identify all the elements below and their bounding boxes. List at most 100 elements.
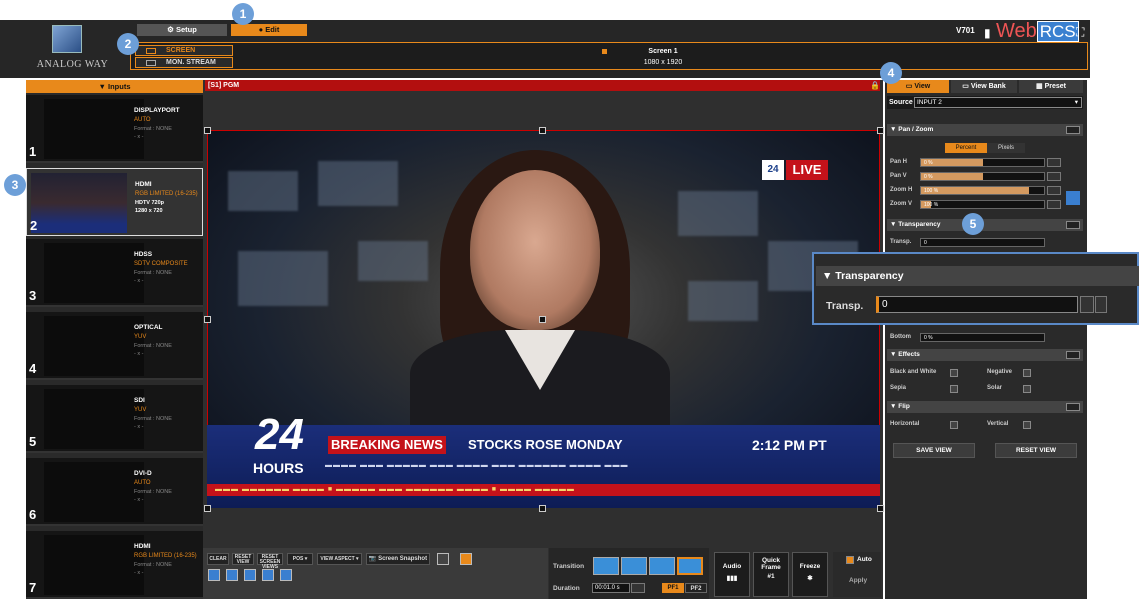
move-handle[interactable] [539,316,546,323]
freeze-button[interactable]: Freeze ✱ [792,552,828,597]
screen-option[interactable]: SCREEN [135,45,233,56]
callout-transp-input[interactable]: 0 [876,296,1078,313]
layer-color-icon[interactable] [460,553,472,565]
input-signal: AUTO [134,480,151,486]
solar-checkbox[interactable] [1023,385,1031,393]
pixels-toggle[interactable]: Pixels [987,143,1025,153]
zoom-tool-icon[interactable] [208,569,220,581]
input-name: HDMI [134,543,151,550]
tab-preset[interactable]: ▦ Preset [1019,80,1083,93]
input-format: Format : NONE [134,126,172,132]
reset-section-icon[interactable] [1066,221,1080,229]
flip-vertical-checkbox[interactable] [1023,421,1031,429]
fit-icon[interactable] [226,569,238,581]
pan-h-slider[interactable]: 0 % [920,158,1045,167]
breaking-news-label: BREAKING NEWS [328,436,446,454]
input-resolution: - x - [134,278,144,284]
pan-h-stepper[interactable] [1047,158,1061,167]
duration-input[interactable]: 00:01.0 s [592,583,630,593]
reset-view-button[interactable]: RESET VIEW [232,553,254,565]
pf1-button[interactable]: PF1 [662,583,684,593]
sepia-checkbox[interactable] [950,385,958,393]
resize-handle[interactable] [539,127,546,134]
fullsize-icon[interactable] [280,569,292,581]
reset-section-icon[interactable] [1066,351,1080,359]
freeze-label: Freeze [799,563,821,570]
screen-snapshot-button[interactable]: 📷 Screen Snapshot [366,553,430,565]
quick-frame-button[interactable]: Quick Frame #1 [753,552,789,597]
inputs-header[interactable]: ▼ Inputs [26,80,203,93]
tab-edit-label: Edit [265,25,280,34]
mon-stream-option[interactable]: MON. STREAM [135,57,233,68]
pgm-header: [S1] PGM [205,80,880,91]
input-tile[interactable]: 7 HDMI RGB LIMITED (16-235) Format : NON… [26,531,203,599]
input-tile[interactable]: 3 HDSS SDTV COMPOSITE Format : NONE - x … [26,239,203,307]
pan-v-slider[interactable]: 0 % [920,172,1045,181]
apply-button[interactable]: Apply [849,577,867,584]
horizontal-label: Horizontal [890,421,920,427]
inputs-header-label: Inputs [108,82,131,91]
transition-cut-button[interactable] [593,557,619,575]
tab-edit[interactable]: ● Edit [231,24,307,36]
transition-wipe-button[interactable] [677,557,703,575]
input-tile[interactable]: 4 OPTICAL YUV Format : NONE - x - [26,312,203,380]
pf2-button[interactable]: PF2 [685,583,707,593]
input-number: 3 [29,288,37,303]
transition-fade-button[interactable] [621,557,647,575]
input-number: 4 [29,361,37,376]
flip-section[interactable]: ▼ Flip [887,401,1083,413]
lock-icon[interactable]: 🔒 [870,81,880,90]
input-thumbnail [44,389,144,449]
slider-value: 100 % [924,188,939,194]
input-tile[interactable]: 6 DVI-D AUTO Format : NONE - x - [26,458,203,526]
transp-input[interactable]: 0 [920,238,1045,247]
zoom-v-slider[interactable]: 100 % [920,200,1045,209]
bw-checkbox[interactable] [950,369,958,377]
resize-handle[interactable] [204,127,211,134]
resize-handle[interactable] [204,505,211,512]
tab-setup[interactable]: ⚙ Setup [137,24,227,36]
view-aspect-dropdown[interactable]: VIEW ASPECT ▾ [317,553,362,565]
zoom-link-icon[interactable] [1066,191,1080,205]
bottom-slider[interactable]: 0 % [920,333,1045,342]
input-tile[interactable]: 5 SDI YUV Format : NONE - x - [26,385,203,453]
duration-stepper[interactable] [631,583,645,593]
pan-zoom-section[interactable]: ▼ Pan / Zoom [887,124,1083,136]
auto-checkbox[interactable] [846,556,854,564]
reset-section-icon[interactable] [1066,126,1080,134]
zoom-v-stepper[interactable] [1047,200,1061,209]
percent-toggle[interactable]: Percent [945,143,987,153]
save-view-button[interactable]: SAVE VIEW [893,443,975,458]
background-screen [688,281,758,321]
effects-section[interactable]: ▼ Effects [887,349,1083,361]
resize-handle[interactable] [877,505,884,512]
fullscreen-icon[interactable]: ⛶ [1076,25,1084,40]
layout-grid-icon[interactable] [437,553,449,565]
callout-reset-icon[interactable] [1080,296,1094,313]
reset-section-icon[interactable] [1066,403,1080,411]
zoom-h-slider[interactable]: 100 % [920,186,1045,195]
zoom-h-stepper[interactable] [1047,186,1061,195]
negative-checkbox[interactable] [1023,369,1031,377]
input-tile-selected[interactable]: 2 HDMI RGB LIMITED (16-235) HDTV 720p 12… [26,168,203,236]
pos-dropdown[interactable]: POS ▾ [287,553,313,565]
tab-view-bank[interactable]: ▭ View Bank [951,80,1017,93]
clear-button[interactable]: CLEAR [207,553,229,565]
audio-button[interactable]: Audio ▮▮▮ [714,552,750,597]
resize-handle[interactable] [877,127,884,134]
flip-horizontal-checkbox[interactable] [950,421,958,429]
source-select[interactable]: INPUT 2 ▾ [914,97,1082,108]
resize-handle[interactable] [204,316,211,323]
reset-view-panel-button[interactable]: RESET VIEW [995,443,1077,458]
input-tile[interactable]: 1 DISPLAYPORT AUTO Format : NONE - x - [26,95,203,163]
pan-v-stepper[interactable] [1047,172,1061,181]
resize-handle[interactable] [539,505,546,512]
distribute-icon[interactable] [262,569,274,581]
transition-slide-button[interactable] [649,557,675,575]
reset-screen-views-button[interactable]: RESET SCREEN VIEWS [257,553,283,570]
align-icon[interactable] [244,569,256,581]
audio-icon: ▮▮▮ [726,575,738,582]
callout-stepper[interactable] [1095,296,1107,313]
transparency-section[interactable]: ▼ Transparency [887,219,1083,231]
negative-label: Negative [987,369,1013,375]
